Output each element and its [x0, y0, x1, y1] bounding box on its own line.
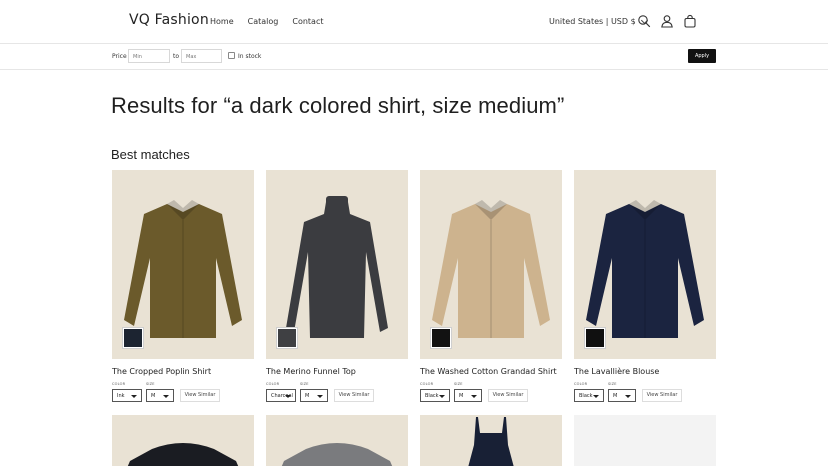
main-nav: Home Catalog Contact [210, 17, 323, 26]
color-select[interactable]: Black [574, 389, 604, 402]
color-label: COLOR [112, 382, 126, 386]
product-image[interactable] [112, 415, 254, 466]
caret-down-icon [317, 395, 323, 398]
country-selector[interactable]: United States | USD $ [549, 16, 648, 26]
product-card[interactable]: The Cropped Poplin Shirt COLOR SIZE Ink M Vie… [112, 170, 254, 402]
color-label: COLOR [574, 382, 588, 386]
size-select[interactable]: M [454, 389, 482, 402]
product-card[interactable]: The Lavallière Blouse COLOR SIZE Black M View… [574, 170, 716, 402]
in-stock-checkbox[interactable] [228, 52, 235, 59]
product-image[interactable] [112, 170, 254, 359]
site-header: VQ Fashion Home Catalog Contact United S… [0, 0, 828, 44]
price-min-input[interactable]: Min [128, 49, 170, 63]
product-image[interactable] [266, 170, 408, 359]
view-similar-button[interactable]: View Similar [488, 389, 528, 402]
product-card[interactable]: The Washed Cotton Grandad Shirt COLOR SIZE… [420, 170, 562, 402]
product-title[interactable]: The Cropped Poplin Shirt [112, 367, 211, 376]
size-label: SIZE [454, 382, 463, 386]
caret-down-icon [439, 395, 445, 398]
size-select[interactable]: M [608, 389, 636, 402]
product-card-partial[interactable] [266, 415, 408, 466]
product-title[interactable]: The Washed Cotton Grandad Shirt [420, 367, 557, 376]
color-value: Black [425, 393, 439, 399]
nav-contact[interactable]: Contact [292, 17, 323, 26]
product-title[interactable]: The Lavallière Blouse [574, 367, 659, 376]
price-max-input[interactable]: Max [181, 49, 222, 63]
color-value: Ink [117, 393, 125, 399]
apply-button[interactable]: Apply [688, 49, 716, 63]
cart-icon[interactable] [683, 14, 697, 28]
caret-down-icon [285, 395, 291, 398]
color-swatch[interactable] [276, 327, 298, 349]
caret-down-icon [471, 395, 477, 398]
best-matches-heading: Best matches [111, 147, 190, 162]
product-image[interactable] [266, 415, 408, 466]
size-value: M [151, 393, 156, 399]
product-image[interactable] [574, 170, 716, 359]
size-value: M [305, 393, 310, 399]
color-select[interactable]: Black [420, 389, 450, 402]
size-label: SIZE [608, 382, 617, 386]
nav-catalog[interactable]: Catalog [248, 17, 279, 26]
size-value: M [613, 393, 618, 399]
price-label: Price [112, 53, 127, 60]
color-select[interactable]: Charcoal [266, 389, 296, 402]
caret-down-icon [593, 395, 599, 398]
nav-home[interactable]: Home [210, 17, 234, 26]
product-card-partial[interactable] [420, 415, 562, 466]
color-swatch[interactable] [584, 327, 606, 349]
view-similar-button[interactable]: View Similar [334, 389, 374, 402]
results-heading: Results for “a dark colored shirt, size … [111, 93, 565, 118]
site-logo[interactable]: VQ Fashion [129, 12, 209, 28]
view-similar-button[interactable]: View Similar [642, 389, 682, 402]
caret-down-icon [163, 395, 169, 398]
view-similar-button[interactable]: View Similar [180, 389, 220, 402]
size-value: M [459, 393, 464, 399]
product-card-partial[interactable] [112, 415, 254, 466]
color-label: COLOR [420, 382, 434, 386]
caret-down-icon [625, 395, 631, 398]
product-title[interactable]: The Merino Funnel Top [266, 367, 356, 376]
color-label: COLOR [266, 382, 280, 386]
size-label: SIZE [146, 382, 155, 386]
size-label: SIZE [300, 382, 309, 386]
price-to-label: to [173, 53, 180, 60]
color-value: Black [579, 393, 593, 399]
product-card-partial[interactable] [574, 415, 716, 466]
search-icon[interactable] [637, 14, 651, 28]
in-stock-label: In stock [238, 53, 262, 60]
product-image[interactable] [420, 170, 562, 359]
color-select[interactable]: Ink [112, 389, 142, 402]
color-swatch[interactable] [430, 327, 452, 349]
size-select[interactable]: M [146, 389, 174, 402]
product-card[interactable]: The Merino Funnel Top COLOR SIZE Charcoal M V… [266, 170, 408, 402]
size-select[interactable]: M [300, 389, 328, 402]
color-swatch[interactable] [122, 327, 144, 349]
filter-bar: Price Min to Max In stock Apply [0, 44, 828, 70]
caret-down-icon [131, 395, 137, 398]
country-label: United States | USD $ [549, 17, 636, 26]
product-image[interactable] [420, 415, 562, 466]
account-icon[interactable] [660, 14, 674, 28]
